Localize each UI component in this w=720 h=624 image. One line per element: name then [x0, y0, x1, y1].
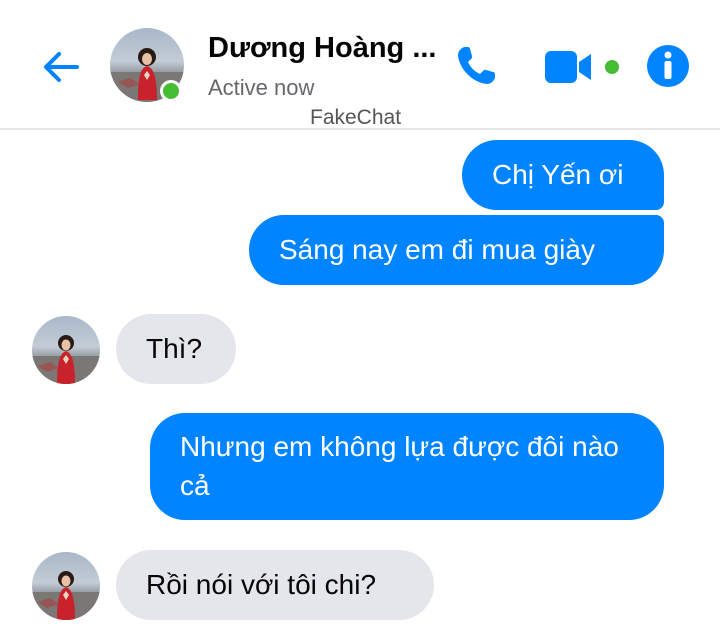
back-button[interactable] [36, 42, 86, 92]
chat-header: Dương Hoàng ... Active now FakeChat [0, 0, 720, 130]
message-bubble-incoming[interactable]: Thì? [116, 314, 236, 384]
avatar-photo [32, 571, 100, 620]
message-bubble-outgoing[interactable]: Sáng nay em đi mua giày [249, 215, 664, 285]
online-indicator [160, 80, 182, 102]
message-bubble-outgoing[interactable]: Nhưng em không lựa được đôi nào cả [150, 413, 664, 520]
contact-name[interactable]: Dương Hoàng ... [208, 32, 437, 65]
conversation-info-button[interactable] [644, 42, 692, 90]
app-watermark: FakeChat [310, 106, 402, 129]
sender-avatar[interactable] [32, 316, 100, 384]
video-call-button[interactable] [545, 48, 625, 86]
message-bubble-outgoing[interactable]: Chị Yến ơi [462, 140, 664, 210]
sender-avatar[interactable] [32, 552, 100, 620]
call-button[interactable] [452, 42, 500, 90]
active-status: Active now [208, 75, 315, 100]
message-bubble-incoming[interactable]: Rồi nói với tôi chi? [116, 550, 434, 620]
avatar-photo [32, 335, 100, 384]
arrow-left-icon [44, 52, 79, 82]
info-icon [647, 45, 689, 87]
phone-icon [458, 47, 495, 84]
video-camera-icon [545, 51, 619, 83]
